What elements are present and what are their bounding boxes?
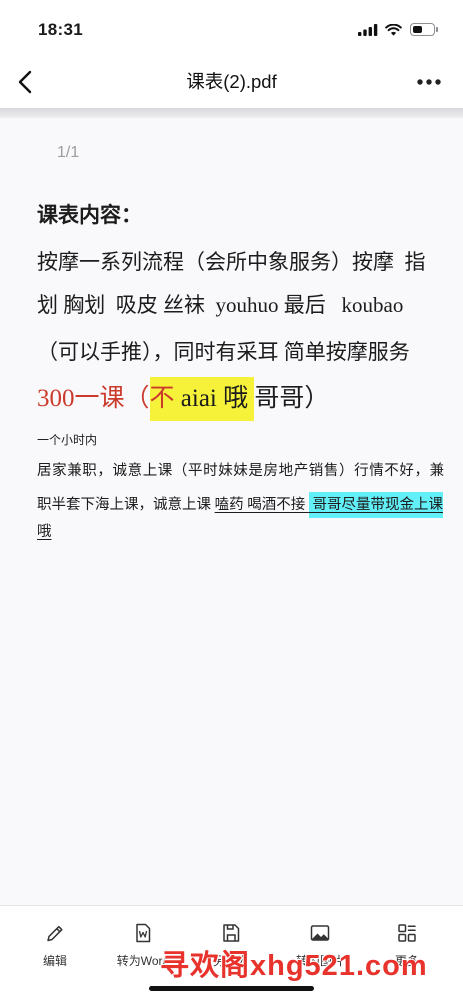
word-document-icon — [136, 923, 151, 943]
page-indicator: 1/1 — [57, 144, 80, 161]
edit-button[interactable]: 编辑 — [11, 922, 99, 972]
underlined-text: 嗑药 喝酒不接 — [214, 497, 309, 513]
note-text: 一个小时内 — [37, 433, 98, 447]
detail-plain-text: 职半套下海上课，诚意上课 — [37, 497, 215, 513]
cyan-highlight-text: 哥哥尽量带现金上课 — [308, 492, 443, 518]
viewer-top-shadow — [0, 108, 463, 118]
yellow-highlight: 不 aiai 哦 — [149, 377, 255, 421]
battery-level-fill — [412, 25, 422, 34]
document-heading: 课表内容： — [37, 203, 142, 227]
price-tail-text: 哥哥） — [254, 385, 330, 412]
pencil-icon — [47, 925, 63, 942]
highlighted-red-text: 不 — [149, 385, 175, 412]
save-icon — [223, 924, 240, 942]
image-icon — [310, 925, 330, 941]
edit-label: 编辑 — [42, 954, 67, 968]
cellular-signal-icon — [358, 24, 378, 36]
wifi-icon — [385, 24, 402, 36]
more-horizontal-icon[interactable] — [416, 76, 442, 88]
more-grid-icon — [398, 924, 416, 942]
detail-line: 职半套下海上课，诚意上课 嗑药 喝酒不接 哥哥尽量带现金上课 — [37, 492, 443, 518]
battery-icon — [410, 23, 435, 36]
detail-line: 哦 — [37, 524, 52, 540]
site-watermark: 寻欢阁xhg521.com — [160, 950, 428, 982]
paragraph-line: 按摩一系列流程（会所中象服务）按摩 指 — [37, 250, 426, 274]
price-text: 300一课（ — [37, 385, 150, 412]
detail-line: 居家兼职，诚意上课（平时妹妹是房地产销售）行情不好，兼 — [37, 463, 445, 479]
price-line: 300一课（不 aiai 哦 哥哥） — [37, 377, 329, 421]
status-time: 18:31 — [38, 20, 83, 39]
home-indicator[interactable] — [149, 986, 314, 991]
paragraph-line: （可以手推），同时有采耳 简单按摩服务 — [37, 340, 410, 364]
highlighted-text: aiai 哦 — [174, 385, 255, 412]
pdf-viewer-screen: 18:31 课表(2).pdf 1/1 课表内容： 按摩一系列流程（会所中象服务… — [0, 0, 463, 1000]
paragraph-line: 划 胸划 吸皮 丝袜 youhuo 最后 koubao — [37, 293, 404, 317]
chevron-left-icon[interactable] — [16, 70, 36, 94]
battery-nub — [436, 27, 438, 32]
document-title: 课表(2).pdf — [186, 71, 277, 92]
